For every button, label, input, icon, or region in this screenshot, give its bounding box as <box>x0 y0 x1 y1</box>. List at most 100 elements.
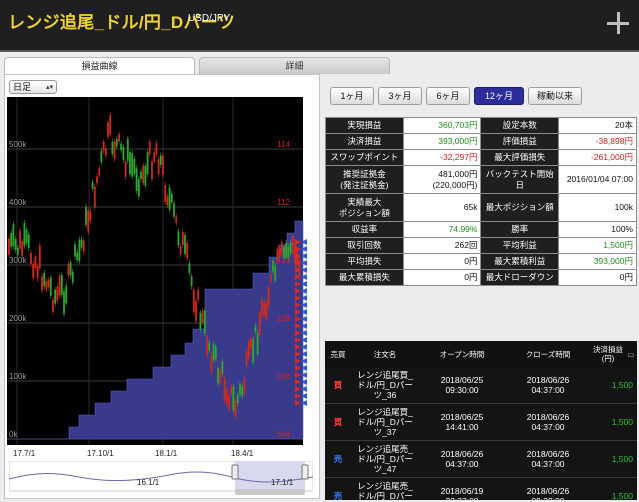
candle-body <box>208 342 211 351</box>
trade-side: 買 <box>333 380 343 390</box>
trade-row[interactable]: 売 レンジ追尾売_ ドル/円_Dパー ツ_47 2018/06/19 22:37:0… <box>325 478 637 500</box>
trades-list[interactable]: 買 レンジ追尾買_ ドル/円_Dパー ツ_36 2018/06/25 09:30:0… <box>325 367 637 500</box>
candle-body <box>8 238 10 255</box>
candle-body <box>289 242 292 254</box>
header-open-time: オープン時間 <box>439 349 485 359</box>
stat-label: 実績最大 ポジション額 <box>325 193 404 222</box>
period-button[interactable]: 12ヶ月 <box>474 87 524 105</box>
candle-body <box>113 141 116 159</box>
candle-body <box>58 276 61 296</box>
candle-body <box>52 300 54 312</box>
candle-body <box>120 143 123 151</box>
candle-body <box>38 245 41 269</box>
period-button[interactable]: 1ヶ月 <box>330 87 374 105</box>
stat-value: -32,297円 <box>402 149 482 166</box>
right-axis-label: 114 <box>277 140 290 149</box>
period-button[interactable]: 稼動以来 <box>528 87 582 105</box>
left-axis-label: 100k <box>9 372 27 381</box>
candle-body <box>170 193 173 203</box>
candle-body <box>258 312 261 335</box>
trade-row[interactable]: 買 レンジ追尾買_ ドル/円_Dパー ツ_37 2018/06/25 14:41:0… <box>325 404 637 441</box>
stats-row: 平均損失 0円 最大累積利益 393,000円 <box>325 253 637 270</box>
navigator-tick: 16.1/1 <box>137 478 160 487</box>
candle-body <box>223 377 226 401</box>
trade-open-time: 2018/06/25 14:41:00 <box>440 412 484 432</box>
add-icon[interactable] <box>605 10 631 36</box>
candle-body <box>274 265 277 281</box>
candle-body <box>45 280 48 290</box>
candle-body <box>91 182 94 189</box>
x-axis-label: 17.7/1 <box>13 449 36 458</box>
trade-row[interactable]: 売 レンジ追尾売_ ドル/円_Dパー ツ_47 2018/06/26 04:37:0… <box>325 441 637 478</box>
stat-value: 0円 <box>402 269 482 286</box>
stat-value: 100% <box>558 221 637 238</box>
candle-body <box>261 299 263 317</box>
candle-body <box>146 152 149 174</box>
candle-body <box>102 141 105 151</box>
timeframe-select[interactable]: 日足 ▴▾ <box>9 80 57 94</box>
header-menu-icon[interactable]: ▭ <box>625 341 637 367</box>
profit-curve-chart[interactable]: 500k 400k 300k 200k 100k 0k 114 112 110 108 106 104… <box>7 97 317 463</box>
candle-body <box>166 196 169 206</box>
candle-body <box>80 239 83 248</box>
stat-label: 最大評価損失 <box>480 149 560 166</box>
trade-side: 売 <box>333 491 343 500</box>
candle-body <box>27 234 30 249</box>
trade-close-time: 2018/06/26 04:37:00 <box>526 449 570 469</box>
candle-body <box>217 368 219 384</box>
range-navigator[interactable]: 16.1/1 17.1/1 <box>9 461 313 497</box>
currency-pair: USD/JPY <box>188 13 231 24</box>
trade-side: 買 <box>333 417 343 427</box>
candle-body <box>107 122 109 137</box>
trade-open-time: 2018/06/25 09:30:00 <box>440 375 484 395</box>
tab-details[interactable]: 詳細 <box>199 57 390 74</box>
candle-body <box>265 302 268 319</box>
stat-value: 65k <box>402 193 482 222</box>
candle-body <box>221 361 224 375</box>
stat-label: 平均損失 <box>325 253 404 270</box>
stat-value: 74.99% <box>402 221 482 238</box>
tab-profit-curve[interactable]: 損益曲線 <box>4 57 195 74</box>
candle-body <box>32 263 35 278</box>
trade-close-time: 2018/06/26 04:37:00 <box>526 412 570 432</box>
candle-body <box>243 378 246 394</box>
x-axis-label: 17.10/1 <box>87 449 114 458</box>
candle-body <box>254 325 257 332</box>
navigator-handle-right <box>301 464 309 480</box>
candle-body <box>14 238 17 251</box>
candle-body <box>199 312 202 330</box>
left-axis-label: 300k <box>9 256 27 265</box>
candle-body <box>212 344 215 361</box>
candle-body <box>36 266 39 279</box>
stat-value: 393,000円 <box>558 253 637 270</box>
candle-body <box>98 168 101 176</box>
candle-body <box>109 114 112 135</box>
candle-body <box>228 396 230 409</box>
stat-label: 実現損益 <box>325 117 404 134</box>
candle-body <box>263 302 266 315</box>
left-axis-label: 200k <box>9 314 27 323</box>
candle-body <box>195 300 197 321</box>
candle-body <box>241 386 244 396</box>
trade-row[interactable]: 買 レンジ追尾買_ ドル/円_Dパー ツ_36 2018/06/25 09:30:0… <box>325 367 637 404</box>
candle-body <box>181 232 184 246</box>
candle-body <box>74 244 76 257</box>
candle-body <box>142 165 145 184</box>
trade-order-name: レンジ追尾売_ ドル/円_Dパー ツ_47 <box>357 444 413 474</box>
candle-body <box>236 394 239 404</box>
period-button[interactable]: 6ヶ月 <box>426 87 470 105</box>
candle-body <box>247 341 250 359</box>
stats-row: 取引回数 262回 平均利益 1,500円 <box>325 237 637 254</box>
period-button[interactable]: 3ヶ月 <box>378 87 422 105</box>
trade-close-time: 2018/06/26 09:38:00 <box>526 486 570 500</box>
stats-table: 実現損益 360,703円 設定本数 20本 決済損益 393,000円 評価損益 -38,8… <box>325 117 637 286</box>
candle-body <box>21 241 24 257</box>
stats-row: 最大累積損失 0円 最大ドローダウン 0円 <box>325 269 637 286</box>
candle-body <box>250 337 252 350</box>
candle-body <box>157 159 160 175</box>
candle-body <box>159 155 162 165</box>
stat-value: 20本 <box>558 117 637 134</box>
stat-value: -38,898円 <box>558 133 637 150</box>
candle-body <box>192 289 195 313</box>
view-tabs: 損益曲線 詳細 <box>4 57 390 74</box>
